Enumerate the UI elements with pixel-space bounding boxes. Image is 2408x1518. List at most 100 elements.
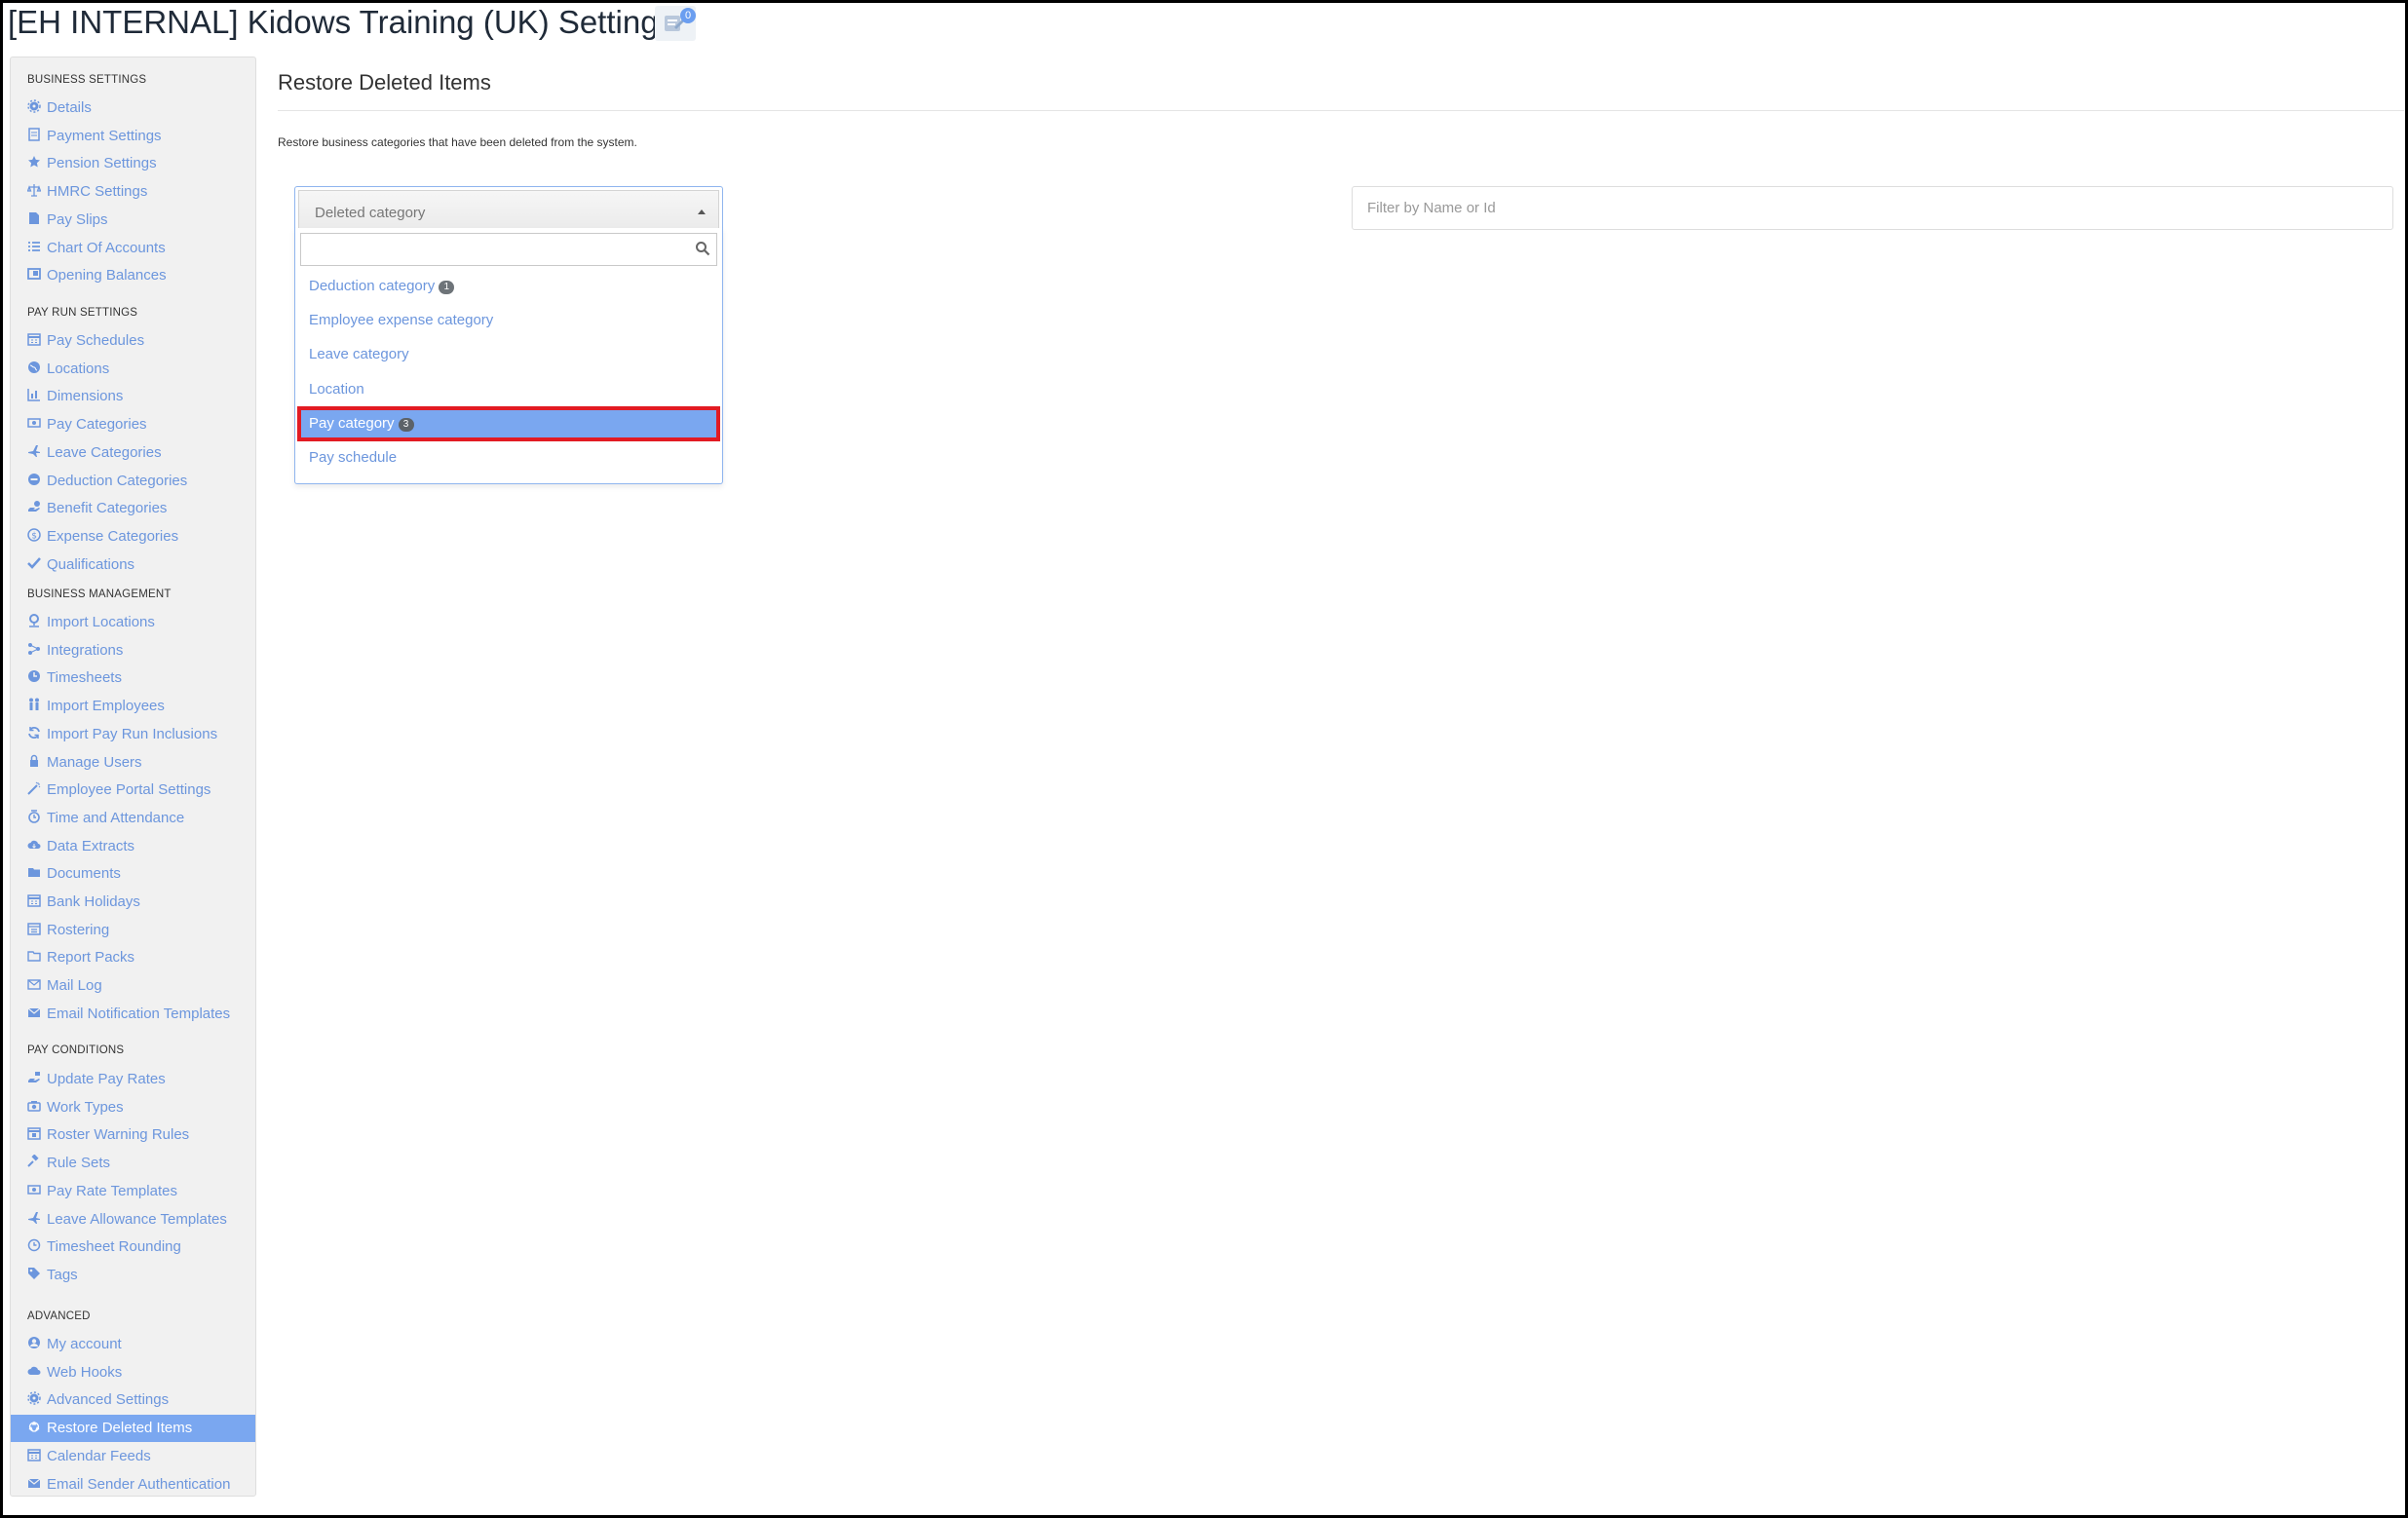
sidebar-item-chart-of-accounts[interactable]: Chart Of Accounts [11, 235, 255, 262]
sidebar-item-import-locations[interactable]: Import Locations [11, 609, 255, 636]
sidebar-item-label: Leave Categories [47, 443, 162, 461]
sidebar-item-label: Web Hooks [47, 1363, 123, 1381]
sidebar-item-email-notification-templates[interactable]: Email Notification Templates [11, 1001, 255, 1028]
deleted-category-select[interactable]: Deleted category [294, 186, 723, 229]
option-label: Pay schedule [309, 449, 398, 466]
option-deduction-category[interactable]: Deduction category 1 [298, 270, 719, 303]
sidebar-section-header: PAY CONDITIONS [27, 1044, 125, 1056]
section-title: Restore Deleted Items [278, 70, 491, 95]
select-trigger[interactable]: Deleted category [298, 190, 719, 229]
sidebar-item-leave-allowance-templates[interactable]: Leave Allowance Templates [11, 1206, 255, 1233]
sidebar-section-header: ADVANCED [27, 1310, 91, 1322]
category-dropdown: Deduction category 1 Employee expense cate… [294, 228, 723, 484]
sidebar-item-benefit-categories[interactable]: Benefit Categories [11, 495, 255, 522]
sidebar-item-label: Deduction Categories [47, 472, 188, 489]
option-location[interactable]: Location [298, 373, 719, 406]
clock-icon [27, 665, 41, 683]
sidebar-item-label: Benefit Categories [47, 500, 168, 517]
sidebar-item-roster-warning-rules[interactable]: Roster Warning Rules [11, 1121, 255, 1149]
sidebar-item-hmrc-settings[interactable]: HMRC Settings [11, 178, 255, 206]
sidebar-item-leave-categories[interactable]: Leave Categories [11, 439, 255, 467]
sidebar-item-dimensions[interactable]: Dimensions [11, 383, 255, 410]
sidebar-item-advanced-settings[interactable]: Advanced Settings [11, 1386, 255, 1414]
sidebar-section-header: BUSINESS SETTINGS [27, 74, 147, 86]
sidebar-item-rostering[interactable]: Rostering [11, 917, 255, 944]
scale-icon [26, 179, 42, 197]
sidebar-item-time-and-attendance[interactable]: Time and Attendance [11, 805, 255, 832]
sidebar-item-pay-slips[interactable]: Pay Slips [11, 207, 255, 234]
file-icon [27, 208, 41, 224]
sidebar-item-work-types[interactable]: Work Types [11, 1094, 255, 1121]
sidebar-item-label: Email Sender Authentication [47, 1475, 231, 1493]
sidebar-item-mail-log[interactable]: Mail Log [11, 972, 255, 1000]
sidebar-item-label: Update Pay Rates [47, 1071, 166, 1087]
filter-field[interactable] [1352, 186, 2393, 230]
option-label: Leave category [309, 346, 409, 363]
dropdown-search[interactable] [300, 233, 717, 266]
benefit-icon [27, 496, 41, 512]
plane-icon [27, 440, 41, 457]
sidebar-item-data-extracts[interactable]: Data Extracts [11, 833, 255, 860]
sidebar-section-header: PAY RUN SETTINGS [27, 307, 138, 319]
sidebar-item-update-pay-rates[interactable]: Update Pay Rates [11, 1066, 255, 1093]
sidebar-item-details[interactable]: Details [11, 95, 255, 122]
sidebar-item-label: Email Notification Templates [47, 1005, 231, 1022]
star-icon [27, 151, 41, 168]
sidebar-item-label: Data Extracts [47, 837, 135, 854]
sidebar-item-timesheets[interactable]: Timesheets [11, 664, 255, 692]
plane-icon [27, 1207, 41, 1224]
camera-icon [27, 1095, 41, 1112]
sidebar-item-pension-settings[interactable]: Pension Settings [11, 150, 255, 177]
sidebar-item-label: My account [47, 1336, 122, 1352]
sidebar-item-deduction-categories[interactable]: Deduction Categories [11, 468, 255, 495]
sidebar-item-web-hooks[interactable]: Web Hooks [11, 1359, 255, 1386]
sidebar-item-rule-sets[interactable]: Rule Sets [11, 1150, 255, 1177]
sidebar-item-documents[interactable]: Documents [11, 860, 255, 888]
settings-sidebar: BUSINESS SETTINGS Details Payment Settings… [10, 57, 256, 1497]
title-divider [278, 110, 2404, 111]
option-label: Deduction category [309, 278, 436, 294]
wand-icon [27, 778, 41, 795]
sidebar-item-calendar-feeds[interactable]: Calendar Feeds [11, 1443, 255, 1470]
sidebar-item-tags[interactable]: Tags [11, 1262, 255, 1289]
sidebar-item-manage-users[interactable]: Manage Users [11, 749, 255, 777]
check-icon [27, 552, 41, 569]
sidebar-item-integrations[interactable]: Integrations [11, 637, 255, 664]
money-icon [27, 412, 41, 428]
sidebar-item-import-employees[interactable]: Import Employees [11, 693, 255, 720]
caret-up-icon[interactable] [698, 209, 706, 214]
sidebar-item-pay-schedules[interactable]: Pay Schedules [11, 327, 255, 355]
sidebar-item-qualifications[interactable]: Qualifications [11, 551, 255, 579]
filter-input[interactable] [1365, 187, 2383, 229]
sidebar-item-timesheet-rounding[interactable]: Timesheet Rounding [11, 1233, 255, 1261]
option-leave-category[interactable]: Leave category [298, 338, 719, 371]
option-employee-expense-category[interactable]: Employee expense category [298, 304, 719, 337]
sidebar-item-report-packs[interactable]: Report Packs [11, 944, 255, 971]
sidebar-item-label: Timesheets [47, 669, 122, 687]
sidebar-item-import-pay-run-inclusions[interactable]: Import Pay Run Inclusions [11, 721, 255, 748]
sidebar-item-label: Chart Of Accounts [47, 239, 166, 256]
notifications-button[interactable]: 0 [655, 6, 696, 41]
sidebar-item-bank-holidays[interactable]: Bank Holidays [11, 889, 255, 916]
sidebar-item-pay-categories[interactable]: Pay Categories [11, 411, 255, 438]
sidebar-item-pay-rate-templates[interactable]: Pay Rate Templates [11, 1178, 255, 1205]
sidebar-item-employee-portal-settings[interactable]: Employee Portal Settings [11, 777, 255, 804]
sidebar-item-label: Timesheet Rounding [47, 1238, 181, 1256]
sidebar-item-label: Pay Slips [47, 210, 108, 228]
sidebar-item-label: Payment Settings [47, 127, 162, 144]
sidebar-item-locations[interactable]: Locations [11, 356, 255, 383]
sidebar-item-opening-balances[interactable]: Opening Balances [11, 262, 255, 289]
sidebar-item-label: Qualifications [47, 555, 135, 573]
sidebar-item-payment-settings[interactable]: Payment Settings [11, 123, 255, 150]
option-pay-schedule[interactable]: Pay schedule [298, 441, 719, 474]
sidebar-item-label: Opening Balances [47, 267, 167, 285]
refresh-icon [27, 722, 41, 739]
sidebar-item-restore-deleted-items[interactable]: Restore Deleted Items [11, 1415, 255, 1443]
sidebar-item-expense-categories[interactable]: $ Expense Categories [11, 523, 255, 550]
list-icon [27, 236, 41, 251]
calendar-icon [27, 890, 41, 907]
option-pay-category[interactable]: Pay category 3 [297, 405, 720, 441]
sidebar-item-email-sender-authentication[interactable]: Email Sender Authentication [11, 1471, 255, 1499]
dropdown-search-input[interactable] [307, 234, 681, 265]
sidebar-item-my-account[interactable]: My account [11, 1331, 255, 1358]
